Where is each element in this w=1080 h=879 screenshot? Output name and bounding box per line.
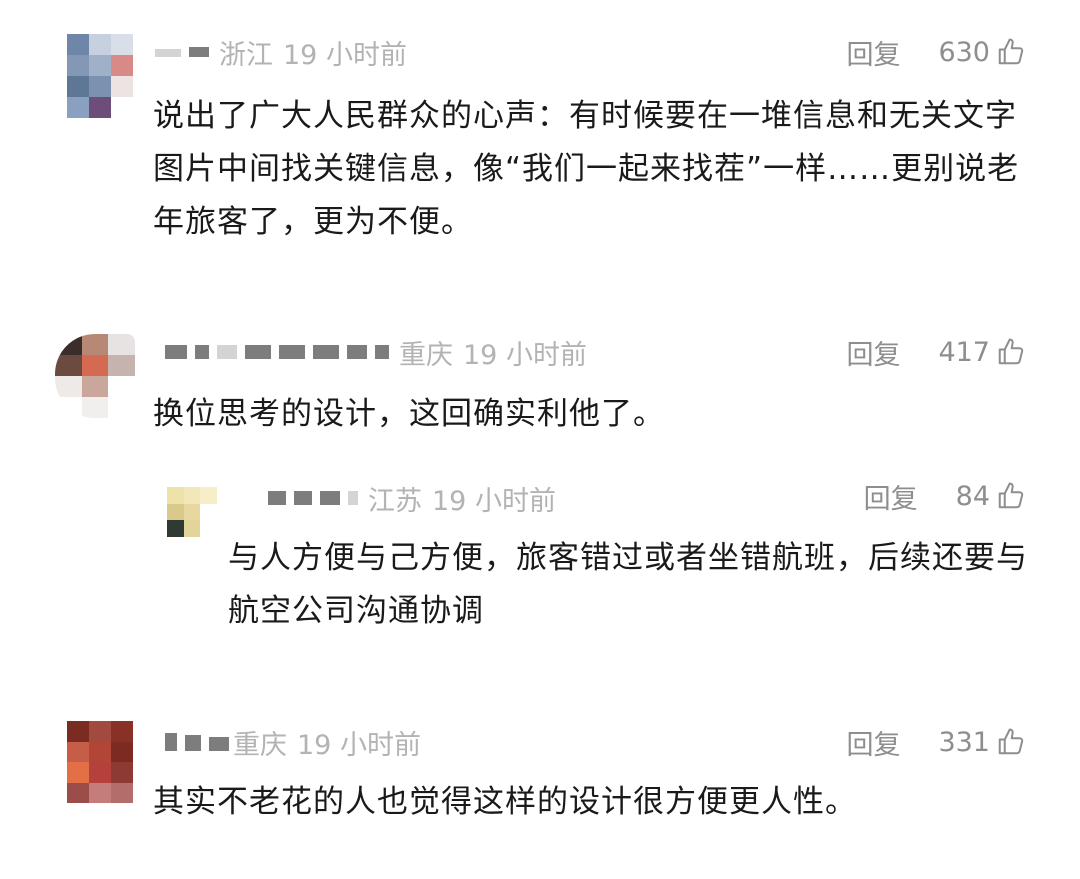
reply-actions: 回复 84 [864, 476, 1026, 516]
comment-text: 说出了广大人民群众的心声：有时候要在一堆信息和无关文字图片中间找关键信息，像“我… [153, 98, 1020, 240]
avatar[interactable] [67, 34, 133, 118]
reply-button[interactable]: 回复 [846, 33, 900, 72]
comment-meta: 浙江 19 小时前 [155, 32, 407, 72]
username-blurred[interactable] [155, 47, 209, 57]
reply-meta: 江苏 19 小时前 [268, 478, 556, 518]
comment-actions: 回复 630 [846, 32, 1026, 72]
reply-button[interactable]: 回复 [864, 477, 918, 516]
location-label: 重庆 [233, 729, 287, 761]
timestamp: 19 小时前 [297, 729, 421, 761]
thumbs-up-icon[interactable] [996, 337, 1026, 367]
timestamp: 19 小时前 [432, 485, 556, 517]
like-count: 417 [938, 336, 990, 368]
avatar[interactable] [67, 721, 133, 803]
username-blurred[interactable] [165, 345, 389, 359]
reply-button[interactable]: 回复 [846, 723, 900, 762]
like-count: 630 [938, 36, 990, 68]
comment-actions: 回复 331 [846, 722, 1026, 762]
comment-meta: 重庆 19 小时前 [165, 722, 421, 762]
timestamp: 19 小时前 [463, 339, 587, 371]
username-blurred[interactable] [268, 491, 358, 505]
avatar[interactable] [55, 334, 135, 418]
like-count: 84 [955, 480, 990, 512]
like-count: 331 [938, 726, 990, 758]
comment-actions: 回复 417 [846, 332, 1026, 372]
location-label: 江苏 [368, 485, 422, 517]
avatar[interactable] [167, 487, 217, 537]
username-blurred[interactable] [165, 733, 229, 751]
location-label: 重庆 [399, 339, 453, 371]
thumbs-up-icon[interactable] [996, 481, 1026, 511]
comment-text: 其实不老花的人也觉得这样的设计很方便更人性。 [153, 784, 857, 820]
comment-meta: 重庆 19 小时前 [165, 332, 587, 372]
timestamp: 19 小时前 [283, 39, 407, 71]
reply-button[interactable]: 回复 [846, 333, 900, 372]
reply-text: 与人方便与己方便，旅客错过或者坐错航班，后续还要与航空公司沟通协调 [228, 540, 1028, 629]
comment-text: 换位思考的设计，这回确实利他了。 [153, 396, 665, 432]
location-label: 浙江 [219, 39, 273, 71]
thumbs-up-icon[interactable] [996, 37, 1026, 67]
thumbs-up-icon[interactable] [996, 727, 1026, 757]
